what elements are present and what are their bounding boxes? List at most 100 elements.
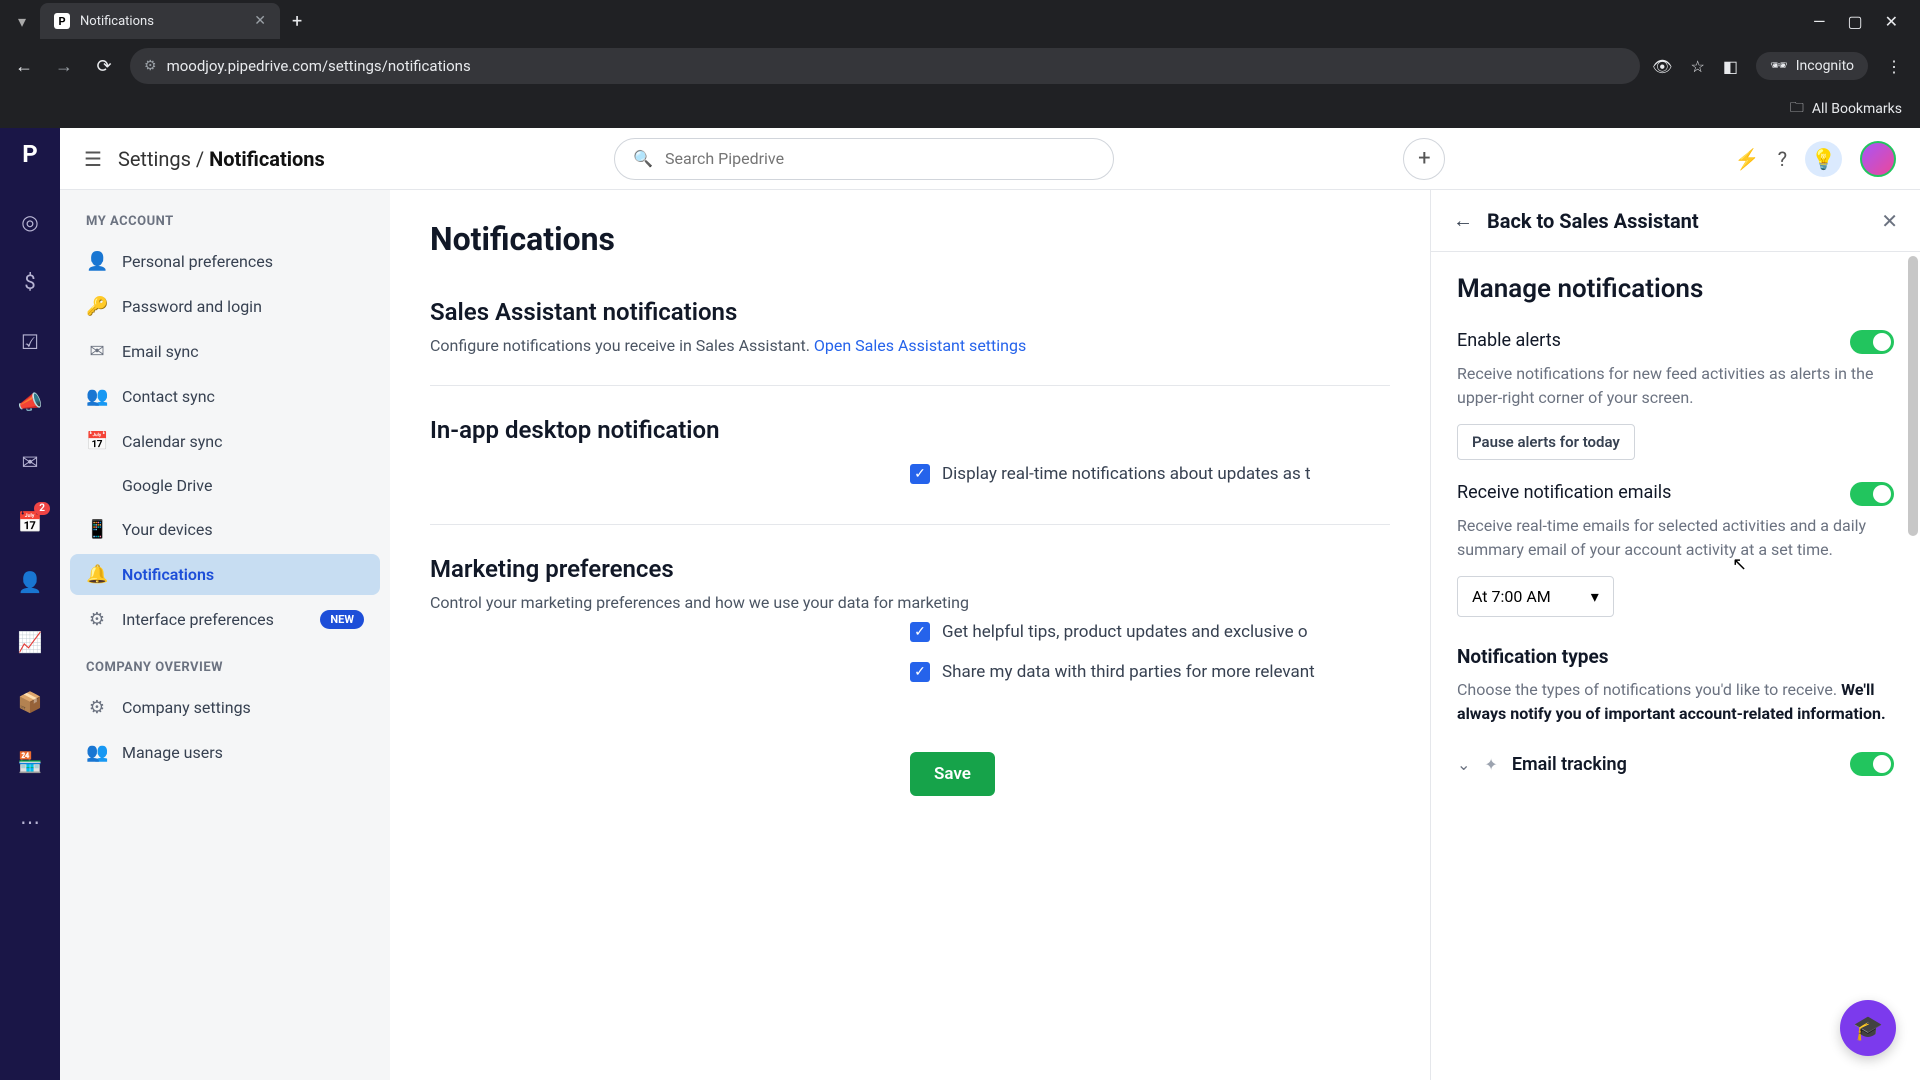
url-field[interactable]: ⚙ moodjoy.pipedrive.com/settings/notific… [130, 48, 1640, 84]
sidebar-item-google-drive[interactable]: Google Drive [70, 466, 380, 505]
user-icon: 👤 [86, 251, 108, 272]
quick-add-button[interactable]: + [1403, 138, 1445, 180]
projects-icon[interactable]: ☑ [14, 326, 46, 358]
sidebar-item-calendar-sync[interactable]: 📅Calendar sync [70, 421, 380, 462]
section-title: Marketing preferences [430, 555, 1390, 583]
sidepanel-icon[interactable]: ◧ [1723, 57, 1738, 76]
products-icon[interactable]: 📦 [14, 686, 46, 718]
time-value: At 7:00 AM [1472, 587, 1551, 606]
sidebar-item-personal[interactable]: 👤Personal preferences [70, 241, 380, 282]
receive-emails-toggle[interactable] [1850, 482, 1894, 506]
focus-icon[interactable]: ◎ [14, 206, 46, 238]
panel-back-label[interactable]: Back to Sales Assistant [1487, 209, 1699, 233]
new-tab-button[interactable]: + [280, 11, 314, 32]
breadcrumb-root[interactable]: Settings [118, 147, 191, 171]
browser-tab[interactable]: P Notifications ✕ [40, 3, 280, 39]
receive-emails-label: Receive notification emails [1457, 482, 1671, 503]
content: ☰ Settings / Notifications 🔍 + ⚡ ? 💡 MY … [60, 128, 1920, 1080]
activities-icon[interactable]: 📅2 [14, 506, 46, 538]
users-icon: 👥 [86, 742, 108, 763]
sidebar-group-company: COMPANY OVERVIEW [70, 660, 380, 687]
avatar[interactable] [1860, 141, 1896, 177]
sidebar-item-notifications[interactable]: 🔔Notifications [70, 554, 380, 595]
section-marketing: Marketing preferences Control your marke… [430, 555, 1390, 722]
sales-assistant-panel: ← Back to Sales Assistant ✕ Manage notif… [1430, 190, 1920, 1080]
help-icon[interactable]: ? [1778, 147, 1787, 171]
sidebar-item-company-settings[interactable]: ⚙Company settings [70, 687, 380, 728]
enable-alerts-label: Enable alerts [1457, 330, 1561, 351]
nav-rail: P ◎ $ ☑ 📣 ✉ 📅2 👤 📈 📦 🏪 ⋯ [0, 128, 60, 1080]
sidebar-group-my-account: MY ACCOUNT [70, 214, 380, 241]
panel-scrollbar[interactable] [1908, 256, 1918, 536]
checkbox-tips[interactable]: ✓ [910, 622, 930, 642]
search-box[interactable]: 🔍 [614, 138, 1114, 180]
checkbox-realtime[interactable]: ✓ [910, 464, 930, 484]
favicon-icon: P [54, 13, 70, 29]
checkbox-label: Get helpful tips, product updates and ex… [942, 622, 1308, 642]
academy-fab[interactable]: 🎓 [1840, 1000, 1896, 1056]
tab-search-icon[interactable]: ▾ [8, 7, 36, 35]
forward-icon: → [50, 56, 78, 77]
email-tracking-toggle[interactable] [1850, 752, 1894, 776]
back-icon[interactable]: ← [10, 56, 38, 77]
app: P ◎ $ ☑ 📣 ✉ 📅2 👤 📈 📦 🏪 ⋯ ☰ Settings / No… [0, 128, 1920, 1080]
folder-icon: 🗀 [1790, 97, 1804, 121]
extension-icon[interactable]: ⚡ [1735, 147, 1760, 171]
sidebar-item-devices[interactable]: 📱Your devices [70, 509, 380, 550]
logo-icon[interactable]: P [22, 140, 37, 168]
close-panel-icon[interactable]: ✕ [1881, 209, 1898, 233]
maximize-icon[interactable]: ▢ [1847, 12, 1862, 31]
campaigns-icon[interactable]: 📣 [14, 386, 46, 418]
minimize-icon[interactable]: — [1813, 12, 1826, 31]
assistant-icon[interactable]: 💡 [1805, 141, 1842, 177]
notification-types-desc: Choose the types of notifications you'd … [1457, 678, 1894, 726]
panel-title: Manage notifications [1457, 274, 1894, 304]
calendar-icon: 📅 [86, 431, 108, 452]
breadcrumb-current: Notifications [209, 147, 325, 171]
search-input[interactable] [665, 149, 1095, 168]
bookmarks-bar: 🗀 All Bookmarks [0, 90, 1920, 128]
incognito-badge[interactable]: 🕶 Incognito [1756, 52, 1868, 80]
checkbox-share-data[interactable]: ✓ [910, 662, 930, 682]
marketplace-icon[interactable]: 🏪 [14, 746, 46, 778]
reload-icon[interactable]: ⟳ [90, 56, 118, 77]
save-button[interactable]: Save [910, 752, 995, 796]
sidebar-toggle-icon[interactable]: ☰ [84, 147, 102, 171]
star-icon[interactable]: ☆ [1690, 57, 1704, 76]
notification-types-title: Notification types [1457, 645, 1894, 668]
all-bookmarks-link[interactable]: All Bookmarks [1812, 101, 1902, 117]
mail-icon[interactable]: ✉ [14, 446, 46, 478]
sidebar-item-password[interactable]: 🔑Password and login [70, 286, 380, 327]
deals-icon[interactable]: $ [14, 266, 46, 298]
receive-emails-desc: Receive real-time emails for selected ac… [1457, 514, 1894, 562]
enable-alerts-toggle[interactable] [1850, 330, 1894, 354]
sidebar-item-contact-sync[interactable]: 👥Contact sync [70, 376, 380, 417]
sidebar-item-email-sync[interactable]: ✉Email sync [70, 331, 380, 372]
site-info-icon[interactable]: ⚙ [144, 58, 157, 74]
sidebar-item-interface[interactable]: ⚙Interface preferencesNEW [70, 599, 380, 640]
close-window-icon[interactable]: ✕ [1885, 12, 1898, 31]
panel-header: ← Back to Sales Assistant ✕ [1431, 190, 1920, 252]
chevron-down-icon: ⌄ [1457, 755, 1470, 774]
sidebar-item-manage-users[interactable]: 👥Manage users [70, 732, 380, 773]
tab-title: Notifications [80, 14, 154, 29]
breadcrumb: Settings / Notifications [118, 147, 325, 171]
search-icon: 🔍 [633, 149, 653, 168]
browser-chrome: ▾ P Notifications ✕ + — ▢ ✕ ← → ⟳ ⚙ mood… [0, 0, 1920, 128]
tab-close-icon[interactable]: ✕ [254, 13, 266, 29]
section-title: Sales Assistant notifications [430, 298, 1390, 326]
enable-alerts-desc: Receive notifications for new feed activ… [1457, 362, 1894, 410]
pause-alerts-button[interactable]: Pause alerts for today [1457, 424, 1635, 460]
more-icon[interactable]: ⋯ [14, 806, 46, 838]
insights-icon[interactable]: 📈 [14, 626, 46, 658]
menu-icon[interactable]: ⋮ [1886, 57, 1902, 76]
eye-off-icon[interactable]: 👁 [1652, 57, 1672, 76]
new-badge: NEW [320, 610, 364, 629]
back-arrow-icon[interactable]: ← [1453, 208, 1473, 233]
summary-time-select[interactable]: At 7:00 AM ▾ [1457, 576, 1614, 617]
type-row-email-tracking[interactable]: ⌄ ✦ Email tracking [1457, 738, 1894, 790]
open-sa-settings-link[interactable]: Open Sales Assistant settings [814, 336, 1026, 355]
checkbox-label: Share my data with third parties for mor… [942, 662, 1315, 682]
checkbox-label: Display real-time notifications about up… [942, 464, 1311, 484]
contacts-icon[interactable]: 👤 [14, 566, 46, 598]
